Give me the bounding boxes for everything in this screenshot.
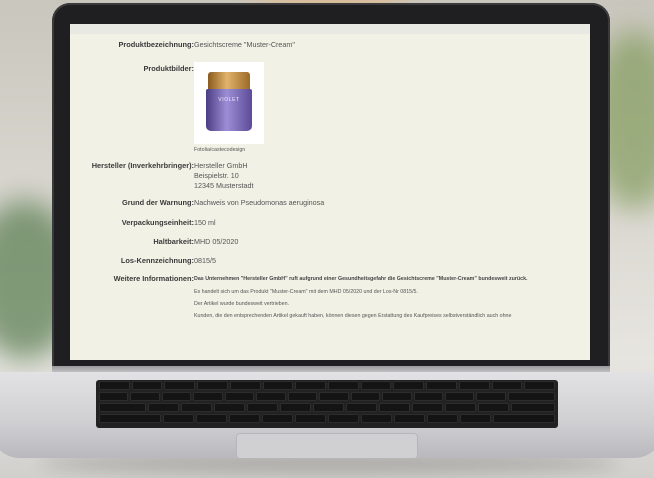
lot-label: Los-Kennzeichnung: — [120, 256, 194, 265]
more-info-label: Weitere Informationen: — [113, 274, 194, 283]
warning-reason-value: Nachweis von Pseudomonas aeruginosa — [194, 198, 325, 207]
recall-details-panel: Produktbezeichnung: Gesichtscreme "Muste… — [70, 34, 590, 360]
manufacturer-line: Beispielstr. 10 — [194, 171, 239, 180]
info-line: Der Artikel wurde bundesweit vertrieben. — [194, 301, 290, 307]
laptop-screen: Produktbezeichnung: Gesichtscreme "Muste… — [70, 24, 590, 360]
info-line: Kunden, die den entsprechenden Artikel g… — [194, 313, 512, 319]
product-name-label: Produktbezeichnung: — [118, 40, 194, 49]
manufacturer-label: Hersteller (Inverkehrbringer): — [91, 161, 194, 170]
product-image[interactable]: VIOLET — [194, 62, 264, 144]
shelf-life-value: MHD 05/2020 — [194, 237, 239, 246]
image-credit: Fotolia/castecodesign — [194, 147, 246, 153]
jar-body: VIOLET — [206, 89, 252, 131]
info-line: Es handelt sich um das Produkt "Muster-C… — [194, 289, 418, 295]
packaging-label: Verpackungseinheit: — [121, 218, 194, 227]
lot-value: 0815/5 — [194, 256, 216, 265]
product-name-value: Gesichtscreme "Muster-Cream" — [194, 40, 295, 49]
product-images-label: Produktbilder: — [143, 64, 194, 73]
jar-brand: VIOLET — [218, 97, 240, 103]
trackpad — [236, 433, 418, 459]
info-line: Das Unternehmen "Hersteller GmbH" ruft a… — [194, 276, 528, 282]
manufacturer-line: 12345 Musterstadt — [194, 181, 254, 190]
shelf-life-label: Haltbarkeit: — [153, 237, 194, 246]
manufacturer-line: Hersteller GmbH — [194, 161, 248, 170]
warning-reason-label: Grund der Warnung: — [122, 198, 194, 207]
photo-scene: { "product": { "name_label": "Produktbez… — [0, 0, 654, 478]
packaging-value: 150 ml — [194, 218, 216, 227]
jar-lid — [208, 72, 250, 90]
keyboard — [96, 380, 558, 428]
